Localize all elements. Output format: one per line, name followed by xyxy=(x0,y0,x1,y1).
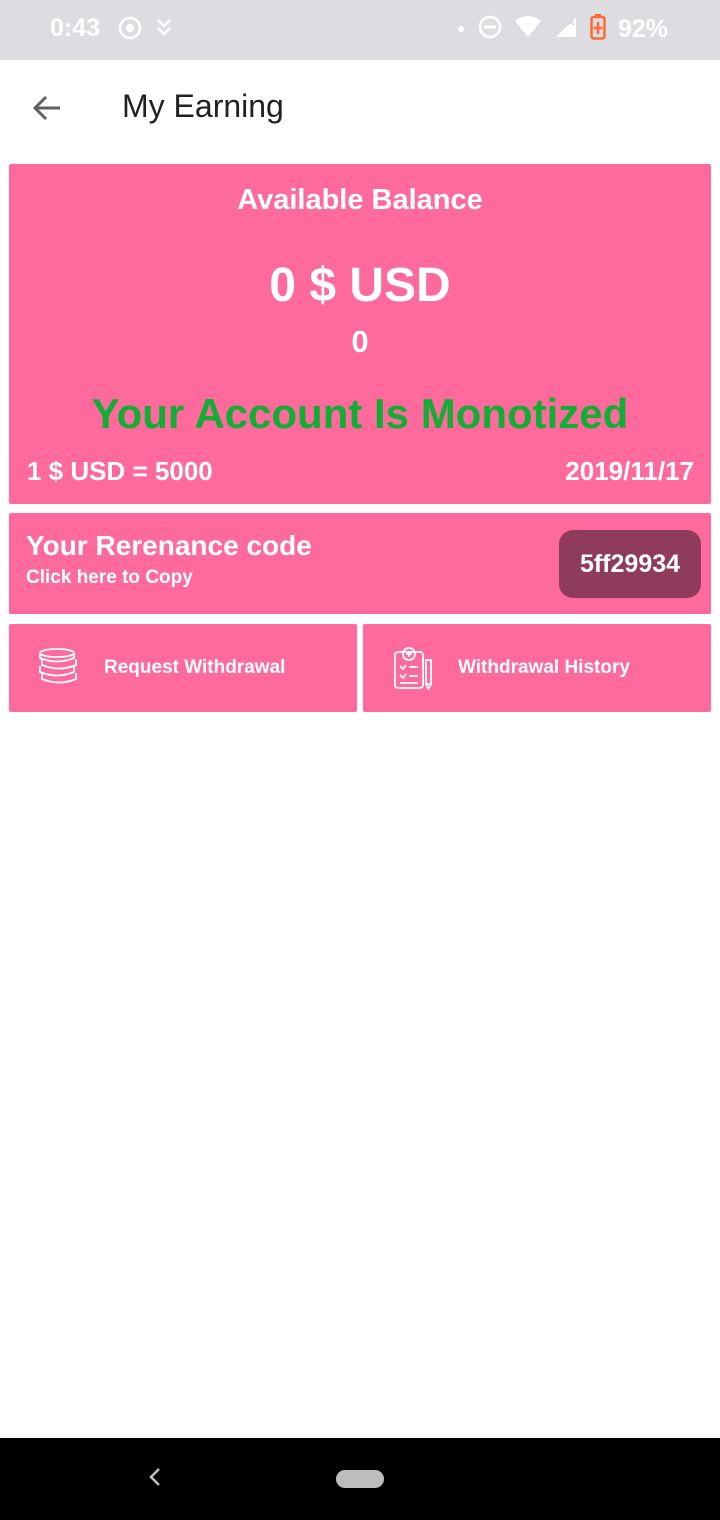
signal-icon xyxy=(554,15,578,44)
balance-amount: 0 $ USD xyxy=(269,259,451,312)
coins-icon xyxy=(37,646,81,690)
clipboard-icon xyxy=(391,646,435,692)
referral-title: Your Rerenance code xyxy=(26,530,312,561)
download-icon xyxy=(154,16,174,45)
balance-date: 2019/11/17 xyxy=(565,456,694,486)
chevron-left-icon xyxy=(147,1467,163,1492)
balance-card: Available Balance 0 $ USD 0 Your Account… xyxy=(9,164,711,504)
withdrawal-history-label: Withdrawal History xyxy=(458,657,630,678)
nav-back-button[interactable] xyxy=(140,1464,170,1494)
battery-level: 92% xyxy=(617,15,668,43)
monetization-status: Your Account Is Monotized xyxy=(91,390,629,437)
balance-label: Available Balance xyxy=(237,184,483,216)
vpn-icon xyxy=(118,16,142,45)
status-time: 0:43 xyxy=(50,14,101,42)
exchange-rate: 1 $ USD = 5000 xyxy=(27,456,213,486)
referral-code-badge[interactable]: 5ff29934 xyxy=(559,530,701,598)
app-bar: My Earning xyxy=(0,60,720,156)
withdrawal-history-button[interactable]: Withdrawal History xyxy=(363,624,711,712)
request-withdrawal-button[interactable]: Request Withdrawal xyxy=(9,624,357,712)
nav-home-pill[interactable] xyxy=(336,1470,384,1488)
wifi-icon xyxy=(514,15,542,44)
status-bar: 0:43 92% xyxy=(0,0,720,60)
arrow-left-icon xyxy=(32,92,64,129)
battery-charging-icon xyxy=(590,14,606,45)
copy-hint: Click here to Copy xyxy=(26,567,193,588)
dnd-icon xyxy=(478,15,502,44)
request-withdrawal-label: Request Withdrawal xyxy=(104,657,286,678)
system-nav-bar xyxy=(0,1438,720,1520)
page-title: My Earning xyxy=(122,88,284,124)
referral-code-card[interactable]: Your Rerenance code Click here to Copy 5… xyxy=(9,513,711,614)
back-button[interactable] xyxy=(26,88,70,132)
balance-points: 0 xyxy=(351,324,369,359)
dot-icon xyxy=(456,21,466,39)
